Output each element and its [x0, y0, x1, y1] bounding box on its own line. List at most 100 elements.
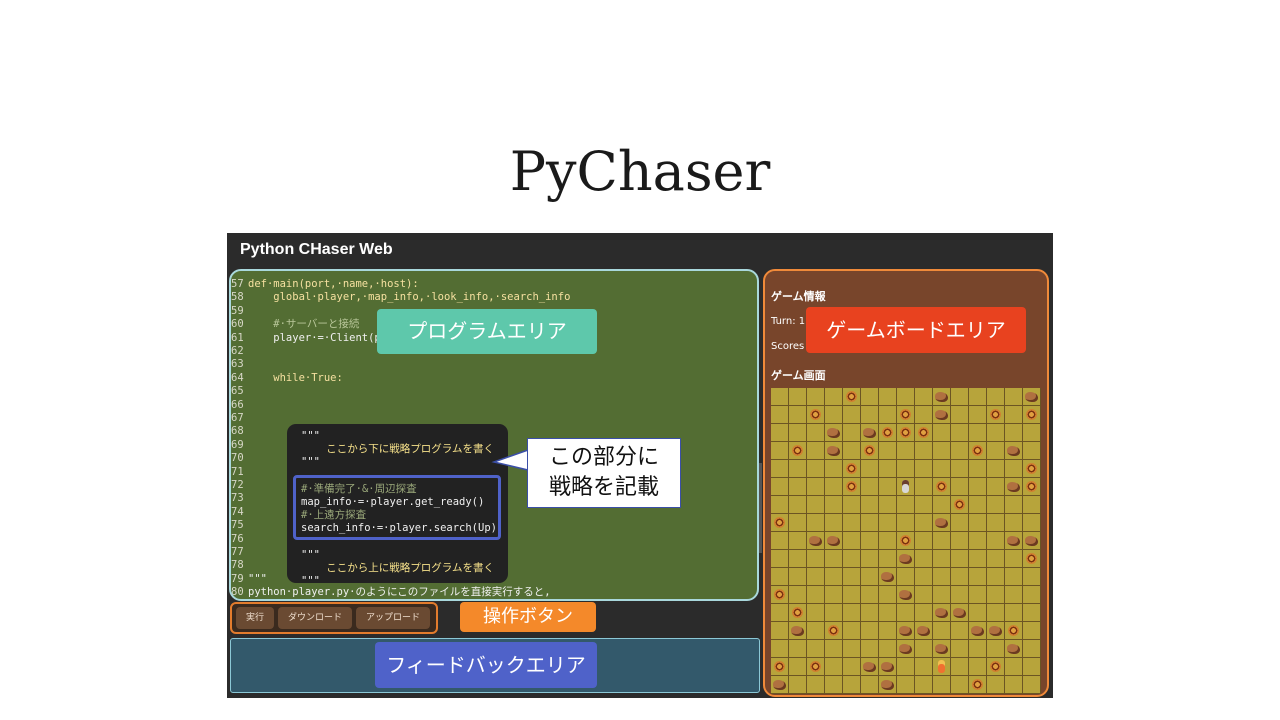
board-cell-rock	[861, 424, 879, 442]
board-cell-floor	[771, 604, 789, 622]
code-line[interactable]: 78	[231, 559, 248, 572]
board-cell-block	[1005, 622, 1023, 640]
board-cell-floor	[879, 514, 897, 532]
board-cell-rock	[933, 514, 951, 532]
board-cell-player	[897, 478, 915, 496]
board-cell-block	[969, 676, 987, 694]
code-line[interactable]: 72	[231, 479, 248, 492]
board-cell-block	[969, 442, 987, 460]
board-cell-floor	[915, 586, 933, 604]
board-cell-floor	[951, 532, 969, 550]
code-line[interactable]: 66	[231, 399, 248, 412]
board-cell-floor	[825, 406, 843, 424]
turn-text: Turn: 1	[771, 316, 806, 327]
board-cell-floor	[861, 550, 879, 568]
board-cell-floor	[861, 604, 879, 622]
board-cell-rock	[897, 640, 915, 658]
board-cell-floor	[789, 424, 807, 442]
board-cell-floor	[771, 424, 789, 442]
code-line[interactable]: 69	[231, 439, 248, 452]
board-cell-floor	[987, 424, 1005, 442]
board-cell-floor	[789, 388, 807, 406]
editor-scrollbar[interactable]	[759, 463, 762, 553]
board-cell-block	[1023, 478, 1041, 496]
download-button[interactable]: ダウンロード	[278, 607, 352, 629]
board-cell-floor	[951, 478, 969, 496]
board-cell-floor	[987, 640, 1005, 658]
code-line[interactable]: 63	[231, 358, 248, 371]
code-line[interactable]: 60 #·サーバーと接続	[231, 318, 359, 331]
board-cell-floor	[969, 388, 987, 406]
code-line[interactable]: 67	[231, 412, 248, 425]
board-cell-rock	[1005, 478, 1023, 496]
callout-pointer	[491, 448, 529, 471]
board-cell-floor	[807, 442, 825, 460]
line-number: 69	[231, 438, 244, 451]
board-cell-floor	[825, 676, 843, 694]
board-cell-floor	[861, 622, 879, 640]
board-cell-floor	[807, 424, 825, 442]
board-cell-floor	[1005, 424, 1023, 442]
board-cell-block	[843, 388, 861, 406]
code-line[interactable]: 65	[231, 385, 248, 398]
board-cell-rock	[879, 676, 897, 694]
snippet-line: """	[301, 430, 320, 442]
board-cell-block	[1023, 550, 1041, 568]
board-cell-rock	[933, 388, 951, 406]
board-cell-floor	[807, 478, 825, 496]
code-editor[interactable]: 80 python·player.py·のようにこのファイルを直接実行すると, 79…	[229, 269, 759, 601]
game-panel: ゲーム情報 Turn: 1 Scores ゲーム画面 ゲームボードエリア	[763, 269, 1049, 697]
code-line[interactable]: 71	[231, 466, 248, 479]
upload-button[interactable]: アップロード	[356, 607, 430, 629]
board-cell-floor	[1023, 622, 1041, 640]
code-line[interactable]: 64 while·True:	[231, 372, 343, 385]
board-cell-floor	[771, 622, 789, 640]
run-button[interactable]: 実行	[236, 607, 274, 629]
line-number: 60	[231, 318, 244, 331]
code-text: def·main(port,·name,·host):	[248, 278, 419, 290]
board-cell-floor	[933, 676, 951, 694]
board-cell-floor	[915, 496, 933, 514]
board-cell-rock	[1005, 532, 1023, 550]
code-line[interactable]: 76	[231, 533, 248, 546]
board-cell-rock	[897, 550, 915, 568]
line-number: 64	[231, 371, 244, 384]
code-line[interactable]: 79 """	[231, 573, 267, 586]
code-line[interactable]: 62	[231, 345, 248, 358]
code-line[interactable]: 68	[231, 425, 248, 438]
snippet-line: """	[301, 456, 320, 469]
code-line[interactable]: 61 player·=·Client(p	[231, 332, 381, 345]
board-cell-rock	[861, 658, 879, 676]
board-cell-floor	[897, 676, 915, 694]
board-cell-floor	[861, 496, 879, 514]
code-line[interactable]: 59	[231, 305, 248, 318]
board-cell-floor	[789, 550, 807, 568]
code-line[interactable]: 74	[231, 506, 248, 519]
board-cell-floor	[933, 496, 951, 514]
code-line[interactable]: 75	[231, 519, 248, 532]
board-cell-floor	[915, 658, 933, 676]
board-cell-floor	[807, 388, 825, 406]
board-cell-rock	[951, 604, 969, 622]
code-line[interactable]: 58 global·player,·map_info,·look_info,·s…	[231, 291, 570, 304]
board-cell-floor	[825, 514, 843, 532]
board-cell-floor	[789, 460, 807, 478]
code-line[interactable]: 73	[231, 492, 248, 505]
board-cell-block	[897, 406, 915, 424]
board-cell-block	[843, 460, 861, 478]
code-line[interactable]: 57 def·main(port,·name,·host):	[231, 278, 419, 291]
board-cell-floor	[1005, 388, 1023, 406]
program-area-label: プログラムエリア	[377, 309, 597, 354]
board-cell-floor	[897, 460, 915, 478]
board-cell-rock	[915, 622, 933, 640]
board-cell-rock	[879, 568, 897, 586]
board-cell-floor	[825, 568, 843, 586]
slide-title: PyChaser	[509, 140, 771, 203]
code-line[interactable]: 77	[231, 546, 248, 559]
code-line[interactable]: 80 python·player.py·のようにこのファイルを直接実行すると,	[231, 586, 551, 599]
line-number: 61	[231, 331, 244, 344]
board-cell-rock	[933, 406, 951, 424]
board-cell-rock	[1005, 442, 1023, 460]
code-line[interactable]: 70	[231, 452, 248, 465]
board-cell-floor	[951, 424, 969, 442]
